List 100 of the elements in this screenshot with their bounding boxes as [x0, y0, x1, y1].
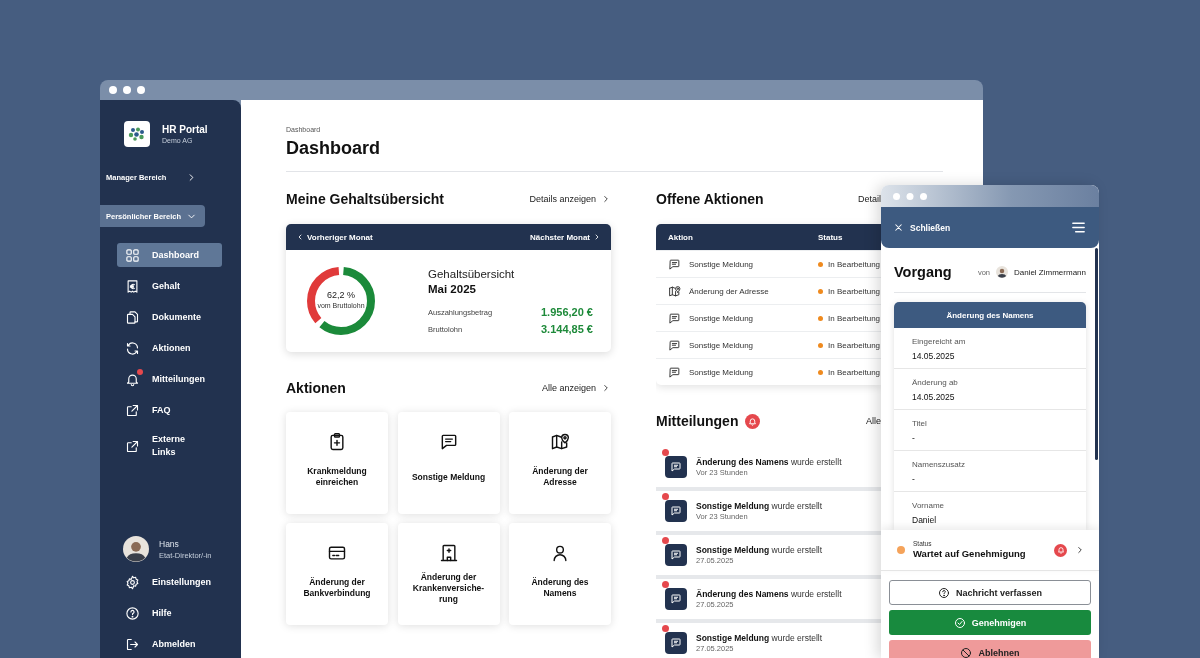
status-dot: [818, 315, 823, 321]
avatar: [123, 536, 149, 562]
status-dot: [818, 342, 823, 348]
field-label: Eingereicht am: [912, 336, 967, 348]
summary-period: Mai 2025: [428, 282, 477, 297]
action-button[interactable]: Genehmigen: [889, 610, 1091, 635]
previous-month-button[interactable]: Vorheriger Monat: [296, 232, 373, 242]
nav-item[interactable]: Abmelden: [117, 633, 222, 656]
chat-icon: [665, 632, 687, 654]
table-cell: Sonstige Meldung: [689, 367, 754, 377]
nav-item[interactable]: Dokumente: [117, 305, 222, 329]
help-icon: [125, 606, 140, 621]
show-all-link[interactable]: Alle anzeigen: [541, 383, 611, 393]
amount-value: 3.144,85 €: [541, 323, 593, 335]
chat-icon: [668, 257, 681, 271]
summary-heading: Gehaltsübersicht: [428, 267, 516, 282]
field-label: Vorname: [912, 500, 946, 512]
logo-icon: [124, 121, 150, 147]
details-link[interactable]: Detail: [858, 194, 881, 204]
section-title: Offene Aktionen: [656, 190, 764, 208]
chat-icon: [668, 338, 681, 352]
grid-icon: [125, 247, 140, 263]
close-icon: [893, 222, 904, 233]
close-button[interactable]: Schließen: [893, 222, 951, 233]
external-link-icon: [125, 402, 140, 418]
chat-icon: [668, 365, 681, 379]
nav-item[interactable]: Aktionen: [117, 336, 222, 360]
receipt-icon: [125, 278, 140, 294]
action-tile[interactable]: Änderung der Krankenversiche-rung: [397, 523, 500, 625]
action-button[interactable]: Ablehnen: [889, 640, 1091, 658]
external-link-icon: [125, 438, 140, 454]
documents-icon: [125, 309, 140, 325]
chat-icon: [665, 544, 687, 566]
nav-item[interactable]: Hilfe: [117, 602, 222, 625]
chevron-right-icon: [1075, 545, 1085, 555]
avatar: [995, 266, 1008, 278]
donut-gauge: [305, 265, 377, 337]
status-dot: [897, 546, 905, 554]
action-tile[interactable]: Änderung der Bankverbindung: [286, 523, 388, 625]
table-cell: Sonstige Meldung: [689, 313, 754, 323]
status-value: Wartet auf Genehmigung: [913, 548, 1026, 560]
logout-icon: [125, 637, 140, 652]
field-label: Titel: [912, 418, 928, 430]
map-icon: [668, 284, 681, 298]
nav-item[interactable]: Gehalt: [117, 274, 222, 298]
section-title: Mitteilungen: [656, 412, 739, 430]
table-cell: Sonstige Meldung: [689, 340, 754, 350]
chat-icon: [665, 456, 687, 478]
clipboard-icon: [327, 432, 347, 452]
bell-icon: [1054, 543, 1067, 557]
page-title: Dashboard: [286, 137, 382, 160]
show-all-link[interactable]: Alle: [866, 416, 881, 426]
card-icon: [327, 543, 347, 563]
action-button[interactable]: Nachricht verfassen: [889, 580, 1091, 605]
notification-text: Sonstige Meldung wurde erstellt: [696, 632, 823, 644]
action-tile[interactable]: Änderung des Namens: [509, 523, 611, 625]
chevron-right-icon: [601, 383, 611, 393]
field-value: 14.05.2025: [912, 391, 956, 404]
field-value: -: [912, 432, 916, 445]
table-cell: Sonstige Meldung: [689, 259, 754, 269]
chat-icon: [665, 500, 687, 522]
table-cell: In Bearbeitung: [828, 286, 881, 296]
notification-text: Sonstige Meldung wurde erstellt: [696, 500, 823, 512]
table-cell: In Bearbeitung: [828, 313, 881, 323]
chevron-left-icon: [296, 233, 304, 241]
amount-value: 1.956,20 €: [541, 306, 593, 318]
table-cell: In Bearbeitung: [828, 367, 881, 377]
action-tile[interactable]: Krankmeldung einreichen: [286, 412, 388, 514]
help-icon: [937, 586, 950, 599]
nav-item[interactable]: FAQ: [117, 398, 222, 422]
status-dot: [818, 261, 823, 267]
chevron-right-icon: [593, 233, 601, 241]
action-tile[interactable]: Sonstige Meldung: [397, 412, 500, 514]
percent-value: 62,2 %: [326, 290, 356, 301]
nav-item[interactable]: Mitteilungen: [117, 367, 222, 391]
nav-item[interactable]: Dashboard: [117, 243, 222, 267]
chat-icon: [665, 588, 687, 610]
author-name: Daniel Zimmermann: [1013, 267, 1086, 277]
field-label: Änderung ab: [912, 377, 959, 389]
table-cell: In Bearbeitung: [828, 340, 881, 350]
details-link[interactable]: Details anzeigen: [529, 194, 611, 204]
bell-icon: [745, 413, 761, 429]
ban-icon: [960, 646, 973, 658]
building-icon: [438, 543, 459, 563]
column-header: Status: [818, 232, 844, 242]
nav-item[interactable]: Einstellungen: [117, 571, 222, 594]
section-title: Meine Gehaltsübersicht: [286, 190, 444, 208]
column-header: Aktion: [668, 232, 694, 242]
next-month-button[interactable]: Nächster Monat: [530, 232, 601, 242]
nav-item[interactable]: Externe Links: [117, 429, 222, 463]
field-label: Namenszusatz: [912, 459, 966, 471]
refresh-icon: [125, 340, 140, 356]
card-title: Änderung des Namens: [894, 302, 1086, 328]
notification-text: Änderung des Namens wurde erstellt: [696, 588, 842, 600]
action-tile[interactable]: Änderung der Adresse: [509, 412, 611, 514]
section-title: Aktionen: [286, 379, 346, 397]
user-name: Hans: [159, 537, 180, 550]
table-cell: Änderung der Adresse: [689, 286, 769, 296]
field-value: Daniel: [912, 514, 938, 527]
scrollbar[interactable]: [1095, 248, 1098, 460]
